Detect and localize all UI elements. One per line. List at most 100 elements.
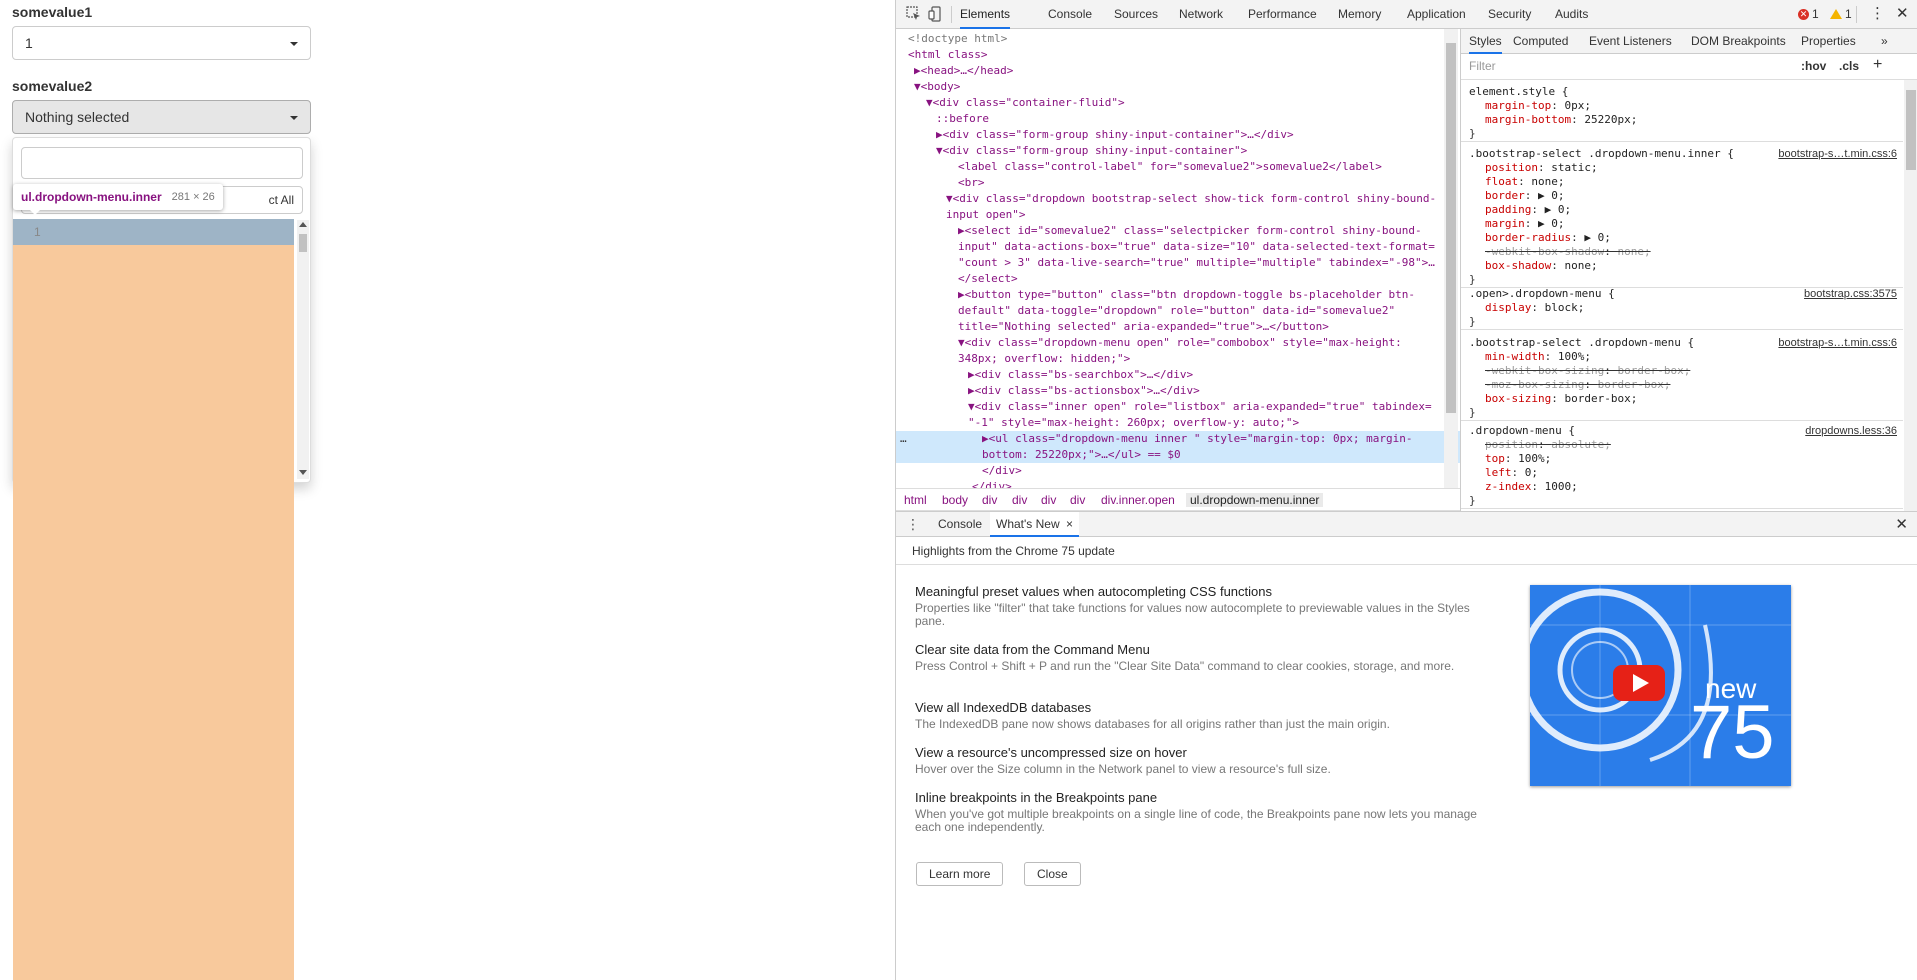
crumb-div[interactable]: div — [1070, 493, 1085, 507]
dom-tree-node[interactable]: input" data-actions-box="true" data-size… — [896, 239, 1460, 255]
style-declaration[interactable]: -webkit-box-shadow: none; — [1461, 245, 1903, 259]
style-property-value[interactable]: border-box; — [1617, 364, 1690, 377]
crumb-body[interactable]: body — [942, 493, 968, 507]
tab-elements[interactable]: Elements — [960, 0, 1011, 29]
crumb-div[interactable]: div — [1012, 493, 1027, 507]
style-declaration[interactable]: box-shadow: none; — [1461, 259, 1903, 273]
whats-new-item-title[interactable]: View a resource's uncompressed size on h… — [915, 745, 1495, 760]
styles-filter-input[interactable]: Filter — [1469, 59, 1496, 73]
dom-tree-node[interactable]: </div> — [896, 463, 1460, 479]
drawer-tab-whats-new[interactable]: What's New × — [990, 512, 1079, 537]
youtube-play-icon[interactable] — [1613, 665, 1665, 701]
dom-tree-node[interactable]: </select> — [896, 271, 1460, 287]
style-property-name[interactable]: -webkit-box-shadow — [1485, 245, 1604, 258]
dom-tree-node[interactable]: <br> — [896, 175, 1460, 191]
learn-more-button[interactable]: Learn more — [916, 862, 1004, 886]
style-declaration[interactable]: -moz-box-sizing: border-box; — [1461, 378, 1903, 392]
style-property-value[interactable]: block; — [1545, 301, 1585, 314]
style-property-name[interactable]: box-shadow — [1485, 259, 1551, 272]
scroll-up-arrow-icon[interactable] — [299, 222, 307, 227]
dom-tree-node[interactable]: ▶<div class="form-group shiny-input-cont… — [896, 127, 1460, 143]
style-property-value[interactable]: ▶ 0; — [1545, 203, 1572, 216]
dom-tree-node[interactable]: <label class="control-label" for="someva… — [896, 159, 1460, 175]
drawer-tab-console[interactable]: Console — [932, 512, 988, 537]
dom-tree-node[interactable]: input open"> — [896, 207, 1460, 223]
style-property-value[interactable]: 1000; — [1545, 480, 1578, 493]
style-property-value[interactable]: ▶ 0; — [1538, 189, 1565, 202]
style-property-value[interactable]: none; — [1617, 245, 1650, 258]
dropdown-search-input[interactable] — [21, 147, 303, 179]
style-declaration[interactable]: margin-top: 0px; — [1461, 99, 1903, 113]
kebab-menu-icon[interactable]: ⋮ — [1870, 4, 1885, 22]
style-declaration[interactable]: float: none; — [1461, 175, 1903, 189]
style-rule-source-link[interactable]: bootstrap.css:3575 — [1804, 287, 1897, 301]
tab-console[interactable]: Console — [1048, 0, 1092, 29]
style-declaration[interactable]: top: 100%; — [1461, 452, 1903, 466]
dom-tree-node[interactable]: ▼<body> — [896, 79, 1460, 95]
deselect-all-button[interactable]: ct All — [269, 193, 294, 207]
somevalue2-select[interactable]: Nothing selected — [12, 100, 311, 134]
style-declaration[interactable]: position: absolute; — [1461, 438, 1903, 452]
whats-new-item-title[interactable]: Clear site data from the Command Menu — [915, 642, 1495, 657]
style-declaration[interactable]: margin-bottom: 25220px; — [1461, 113, 1903, 127]
style-property-name[interactable]: top — [1485, 452, 1505, 465]
dropdown-inner-scrollbar[interactable] — [297, 220, 309, 479]
style-rule-selector[interactable]: element.style { — [1461, 85, 1903, 99]
close-whats-new-button[interactable]: Close — [1024, 862, 1081, 886]
style-property-name[interactable]: box-sizing — [1485, 392, 1551, 405]
dom-tree-node[interactable]: ▶<head>…</head> — [896, 63, 1460, 79]
somevalue1-select[interactable]: 1 — [12, 26, 311, 60]
device-toolbar-icon[interactable] — [928, 6, 944, 22]
tab-memory[interactable]: Memory — [1338, 0, 1381, 29]
scroll-thumb[interactable] — [1446, 43, 1456, 413]
scroll-thumb[interactable] — [1906, 90, 1916, 170]
style-property-value[interactable]: 25220px; — [1584, 113, 1637, 126]
error-counter[interactable]: ✕ 1 — [1798, 7, 1819, 21]
new-style-rule-icon[interactable]: + — [1873, 56, 1882, 74]
dropdown-option-1[interactable]: 1 — [34, 225, 41, 239]
tab-properties[interactable]: Properties — [1801, 29, 1856, 54]
warning-counter[interactable]: 1 — [1830, 7, 1852, 21]
crumb-div-inner-open[interactable]: div.inner.open — [1101, 493, 1175, 507]
style-property-value[interactable]: none; — [1531, 175, 1564, 188]
style-property-name[interactable]: z-index — [1485, 480, 1531, 493]
dom-tree-node[interactable]: ▼<div class="dropdown bootstrap-select s… — [896, 191, 1460, 207]
dom-tree-node[interactable]: <!doctype html> — [896, 31, 1460, 47]
dom-tree-node[interactable]: ▶<select id="somevalue2" class="selectpi… — [896, 223, 1460, 239]
dom-tree-node[interactable]: ▼<div class="container-fluid"> — [896, 95, 1460, 111]
tab-audits[interactable]: Audits — [1555, 0, 1588, 29]
style-property-name[interactable]: border — [1485, 189, 1525, 202]
scroll-thumb[interactable] — [299, 234, 307, 252]
dom-tree-node[interactable]: ▶<button type="button" class="btn dropdo… — [896, 287, 1460, 303]
style-property-value[interactable]: ▶ 0; — [1584, 231, 1611, 244]
crumb-div[interactable]: div — [982, 493, 997, 507]
node-actions-icon[interactable]: … — [900, 431, 907, 447]
style-declaration[interactable]: margin: ▶ 0; — [1461, 217, 1903, 231]
tab-event-listeners[interactable]: Event Listeners — [1589, 29, 1672, 54]
tab-styles[interactable]: Styles — [1469, 29, 1502, 54]
style-property-name[interactable]: margin — [1485, 217, 1525, 230]
style-property-value[interactable]: 100%; — [1518, 452, 1551, 465]
crumb-html[interactable]: html — [904, 493, 927, 507]
style-rule-source-link[interactable]: bootstrap-s…t.min.css:6 — [1778, 336, 1897, 350]
tab-sources[interactable]: Sources — [1114, 0, 1158, 29]
dom-tree-node[interactable]: ▼<div class="form-group shiny-input-cont… — [896, 143, 1460, 159]
style-rule-source-link[interactable]: bootstrap-s…t.min.css:6 — [1778, 147, 1897, 161]
dom-tree-node[interactable]: ▶<ul class="dropdown-menu inner " style=… — [896, 431, 1460, 447]
dom-tree-node[interactable]: "count > 3" data-live-search="true" mult… — [896, 255, 1460, 271]
style-declaration[interactable]: padding: ▶ 0; — [1461, 203, 1903, 217]
style-property-value[interactable]: absolute; — [1551, 438, 1611, 451]
inspect-element-icon[interactable] — [906, 6, 922, 22]
style-declaration[interactable]: -webkit-box-sizing: border-box; — [1461, 364, 1903, 378]
style-declaration[interactable]: display: block; — [1461, 301, 1903, 315]
dom-tree-node[interactable]: "-1" style="max-height: 260px; overflow-… — [896, 415, 1460, 431]
dom-tree-node[interactable]: bottom: 25220px;">…</ul> == $0 — [896, 447, 1460, 463]
style-property-value[interactable]: static; — [1551, 161, 1597, 174]
hov-toggle-button[interactable]: :hov — [1801, 59, 1826, 73]
scroll-down-arrow-icon[interactable] — [299, 470, 307, 475]
styles-scrollbar[interactable] — [1904, 80, 1917, 511]
style-property-name[interactable]: -webkit-box-sizing — [1485, 364, 1604, 377]
close-drawer-icon[interactable]: ✕ — [1895, 515, 1908, 533]
style-property-value[interactable]: border-box; — [1598, 378, 1671, 391]
style-property-name[interactable]: min-width — [1485, 350, 1545, 363]
